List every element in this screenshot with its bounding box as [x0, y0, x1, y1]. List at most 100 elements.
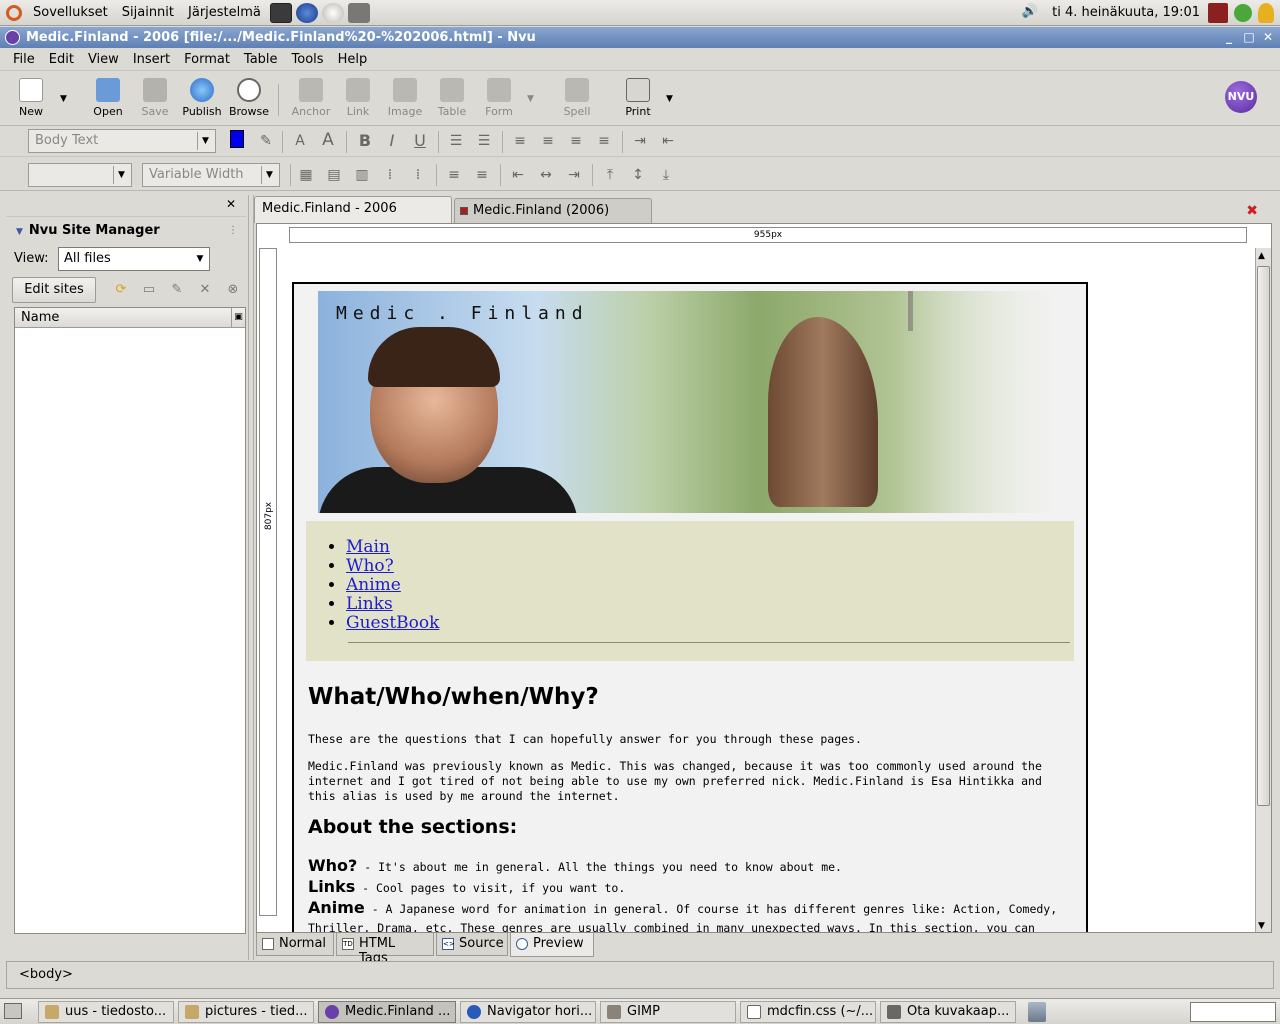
paragraph-style-select[interactable]: Body Text ▼ — [28, 129, 216, 153]
browse-button[interactable]: Browse — [226, 76, 272, 122]
menu-file[interactable]: File — [6, 52, 42, 67]
menu-edit[interactable]: Edit — [42, 52, 81, 67]
tab-medic-finland-2006[interactable]: Medic.Finland - 2006 — [254, 196, 452, 223]
split-cell-icon[interactable]: ⁞ — [380, 165, 400, 185]
table-row-icon[interactable]: ▤ — [324, 165, 344, 185]
logout-icon[interactable] — [1208, 3, 1228, 23]
taskbar-item[interactable]: mdcfin.css (~/... — [740, 1001, 876, 1023]
align-left-icon[interactable]: ≡ — [510, 131, 530, 151]
valign-left-icon[interactable]: ⇤ — [508, 165, 528, 185]
bulleted-list-icon[interactable]: ☰ — [474, 131, 494, 151]
user-icon[interactable] — [1258, 3, 1274, 23]
underline-icon[interactable]: U — [410, 131, 430, 151]
new-button[interactable]: New — [8, 76, 54, 122]
align-top-icon[interactable]: ⤒ — [600, 165, 620, 185]
editor-scrollbar[interactable]: ▲ ▼ — [1255, 248, 1271, 932]
font-select[interactable]: Variable Width ▼ — [142, 163, 280, 187]
outdent-icon[interactable]: ⇤ — [658, 131, 678, 151]
open-button[interactable]: Open — [85, 76, 131, 122]
ubuntu-logo-icon[interactable] — [6, 4, 22, 21]
save-button[interactable]: Save — [132, 76, 178, 122]
italic-icon[interactable]: I — [382, 131, 402, 151]
network-icon[interactable] — [1234, 4, 1252, 22]
tab-html-tags[interactable]: TD HTML Tags — [336, 933, 434, 966]
menu-help[interactable]: Help — [331, 52, 375, 67]
close-sidebar-icon[interactable]: ✕ — [226, 197, 236, 211]
align-middle-icon[interactable]: ↕ — [628, 165, 648, 185]
tab-medic-finland-2006-alt[interactable]: Medic.Finland (2006) — [454, 198, 652, 223]
smaller-font-icon[interactable]: A — [290, 131, 310, 151]
indent-icon[interactable]: ⇥ — [630, 131, 650, 151]
menu-table[interactable]: Table — [237, 52, 285, 67]
close-window-icon[interactable]: ✕ — [1261, 30, 1275, 44]
window-titlebar[interactable]: Medic.Finland - 2006 [file:/.../Medic.Fi… — [0, 27, 1280, 48]
table-cell-icon[interactable]: ▦ — [296, 165, 316, 185]
editor-canvas[interactable]: 955px 807px Medic . Finland Main Who? An… — [256, 223, 1272, 933]
site-file-tree[interactable]: Name ▣ — [14, 307, 246, 934]
tab-normal[interactable]: Normal — [256, 933, 334, 956]
new-folder-icon[interactable]: ▭ — [140, 281, 158, 299]
sidebar-splitter[interactable] — [248, 195, 254, 960]
nav-link-guestbook[interactable]: GuestBook — [346, 613, 439, 633]
scroll-down-icon[interactable]: ▼ — [1258, 921, 1265, 931]
menu-format[interactable]: Format — [177, 52, 237, 67]
menu-view[interactable]: View — [81, 52, 126, 67]
class-select[interactable]: ▼ — [28, 163, 132, 187]
form-button[interactable]: Form — [476, 76, 522, 122]
justify-icon[interactable]: ≡ — [594, 131, 614, 151]
nvu-app-icon[interactable] — [5, 30, 20, 45]
valign-right-icon[interactable]: ⇥ — [564, 165, 584, 185]
nav-link-who[interactable]: Who? — [346, 556, 394, 576]
close-tab-icon[interactable]: ✖ — [1246, 203, 1258, 219]
spell-button[interactable]: Spell — [554, 76, 600, 122]
menu-system[interactable]: Järjestelmä — [181, 5, 268, 20]
print-button[interactable]: Print — [615, 76, 661, 122]
column-header-name[interactable]: Name ▣ — [15, 308, 245, 328]
nav-link-main[interactable]: Main — [346, 537, 390, 557]
tag-breadcrumb[interactable]: <body> — [19, 967, 73, 982]
link-button[interactable]: Link — [335, 76, 381, 122]
cell-align-right-icon[interactable]: ≡ — [472, 165, 492, 185]
terminal-launcher-icon[interactable] — [269, 2, 292, 23]
page-table[interactable]: Medic . Finland Main Who? Anime Links Gu… — [292, 282, 1088, 932]
form-dropdown-icon[interactable]: ▼ — [527, 94, 534, 104]
edit-sites-button[interactable]: Edit sites — [12, 277, 96, 303]
taskbar-item[interactable]: uus - tiedosto... — [38, 1001, 174, 1023]
scrollbar-thumb[interactable] — [1257, 266, 1270, 806]
larger-font-icon[interactable]: A — [318, 130, 338, 150]
column-picker-icon[interactable]: ▣ — [231, 308, 245, 327]
browser-launcher-icon[interactable] — [295, 2, 318, 23]
taskbar-item[interactable]: Medic.Finland ... — [318, 1001, 456, 1023]
nav-link-links[interactable]: Links — [346, 594, 393, 614]
delete-icon[interactable]: ✕ — [196, 281, 214, 299]
merge-cell-icon[interactable]: ⁞ — [408, 165, 428, 185]
tab-preview[interactable]: Preview — [510, 933, 594, 957]
anchor-button[interactable]: Anchor — [288, 76, 334, 122]
text-color-icon[interactable] — [230, 130, 244, 148]
rename-icon[interactable]: ✎ — [168, 281, 186, 299]
table-button[interactable]: Table — [429, 76, 475, 122]
show-desktop-icon[interactable] — [4, 1003, 22, 1019]
maximize-icon[interactable]: □ — [1242, 30, 1256, 44]
menu-applications[interactable]: Sovellukset — [26, 5, 115, 20]
menu-places[interactable]: Sijainnit — [115, 5, 181, 20]
taskbar-item[interactable]: Navigator hori... — [460, 1001, 596, 1023]
nav-link-anime[interactable]: Anime — [346, 575, 401, 595]
print-dropdown-icon[interactable]: ▼ — [666, 94, 673, 104]
menu-insert[interactable]: Insert — [126, 52, 177, 67]
clock-launcher-icon[interactable] — [321, 2, 344, 23]
align-center-icon[interactable]: ≡ — [538, 131, 558, 151]
table-column-icon[interactable]: ▥ — [352, 165, 372, 185]
workspace-switcher[interactable] — [1190, 1002, 1276, 1022]
align-bottom-icon[interactable]: ⤓ — [656, 165, 676, 185]
image-button[interactable]: Image — [382, 76, 428, 122]
trash-icon[interactable] — [1028, 1002, 1046, 1022]
numbered-list-icon[interactable]: ☰ — [446, 131, 466, 151]
camera-launcher-icon[interactable] — [347, 2, 370, 23]
volume-icon[interactable]: 🔊 — [1022, 4, 1038, 19]
highlight-color-icon[interactable]: ✎ — [256, 131, 276, 151]
taskbar-item[interactable]: pictures - tied... — [178, 1001, 314, 1023]
grip-icon[interactable]: ⋮ — [228, 225, 238, 236]
refresh-icon[interactable]: ⟳ — [112, 281, 130, 299]
cell-align-left-icon[interactable]: ≡ — [444, 165, 464, 185]
